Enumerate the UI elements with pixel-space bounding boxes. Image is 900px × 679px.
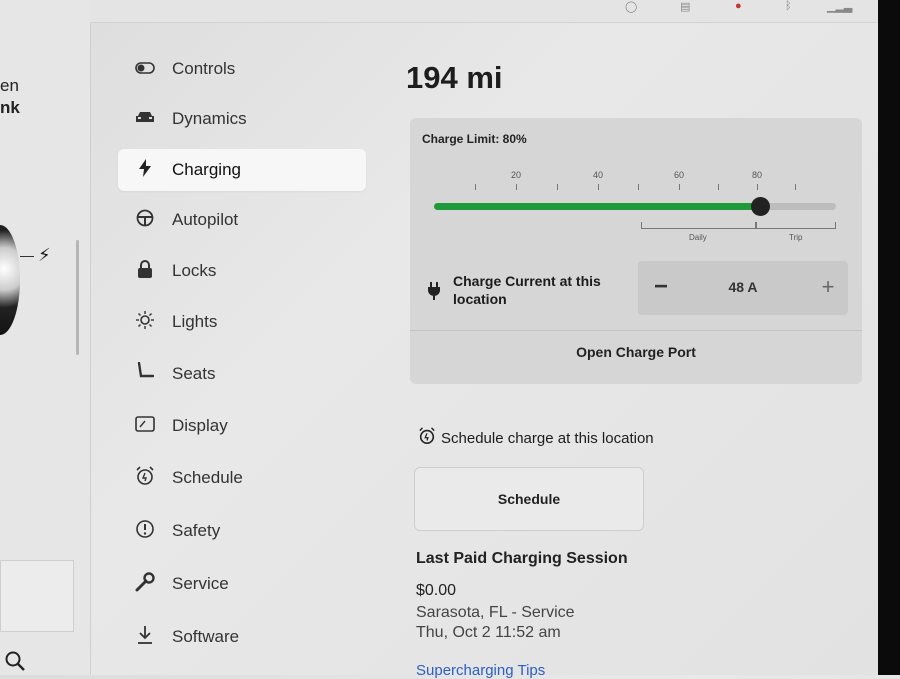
nav-item-label: Controls: [172, 59, 236, 78]
nav-item-charging[interactable]: Charging: [118, 149, 366, 191]
nav-item-label: Schedule: [172, 468, 243, 487]
lock-icon: [134, 260, 156, 282]
charge-limit-title: Charge Limit: 80%: [422, 132, 527, 146]
nav-item-label: Dynamics: [172, 109, 247, 128]
plug-icon: [427, 282, 441, 304]
nav-item-label: Autopilot: [172, 210, 239, 229]
wrench-icon: [134, 572, 156, 596]
charge-limit-fill: [434, 203, 760, 210]
tick-label: 80: [751, 170, 763, 180]
light-icon: [134, 310, 156, 334]
nav-item-software[interactable]: Software: [118, 616, 366, 658]
alert-icon: [134, 519, 156, 543]
nav-item-controls[interactable]: Controls: [118, 48, 366, 90]
left-panel-text-2: nk: [0, 98, 20, 117]
tick-label: 40: [592, 170, 604, 180]
alarm-clock-icon: [134, 466, 156, 490]
tick-label: 20: [510, 170, 522, 180]
range-readout: 194 mi: [406, 60, 503, 95]
tick: [475, 184, 476, 190]
divider: [410, 330, 862, 331]
notification-icon[interactable]: ●: [735, 0, 742, 12]
tick-label: 60: [673, 170, 685, 180]
schedule-charge-heading: Schedule charge at this location: [418, 427, 654, 449]
status-bar: ◯ ▤ ● ᛒ ▁▂▃: [90, 0, 890, 23]
last-session-time: Thu, Oct 2 11:52 am: [416, 624, 561, 641]
bolt-icon: ⚡: [38, 245, 51, 265]
trip-range-bracket: [756, 222, 836, 229]
display-icon: [134, 416, 156, 436]
charge-current-value: 48 A: [728, 279, 758, 295]
schedule-button[interactable]: Schedule: [414, 467, 644, 531]
nav-item-label: Safety: [172, 521, 221, 540]
daily-range-bracket: [641, 222, 756, 229]
search-icon[interactable]: [4, 650, 26, 678]
signal-icon: ▁▂▃: [827, 1, 853, 13]
daily-label: Daily: [689, 233, 707, 242]
nav-item-label: Display: [172, 416, 228, 435]
nav-item-lights[interactable]: Lights: [118, 301, 366, 343]
decrease-current-button[interactable]: −: [646, 261, 676, 315]
supercharging-tips-link[interactable]: Supercharging Tips: [416, 662, 545, 679]
nav-item-label: Lights: [172, 312, 218, 331]
nav-item-label: Software: [172, 627, 240, 646]
car-icon: [134, 110, 156, 128]
screen-bezel: [878, 0, 900, 675]
tick: [795, 184, 796, 190]
last-session-location: Sarasota, FL - Service: [416, 604, 575, 621]
tick: [516, 184, 517, 190]
nav-item-label: Service: [172, 574, 229, 593]
left-panel-text-1: en: [0, 76, 19, 95]
last-session-title: Last Paid Charging Session: [416, 550, 628, 567]
charge-current-stepper: − 48 A +: [638, 261, 848, 315]
scrollbar[interactable]: [76, 240, 79, 355]
nav-item-seats[interactable]: Seats: [118, 353, 366, 395]
status-icon: ◯: [625, 1, 638, 13]
tick: [757, 184, 758, 190]
left-panel: en nk ⚡: [0, 0, 91, 675]
nav-item-dynamics[interactable]: Dynamics: [118, 98, 366, 140]
tick: [598, 184, 599, 190]
nav-item-schedule[interactable]: Schedule: [118, 457, 366, 499]
status-icon: ▤: [680, 1, 691, 13]
last-session-amount: $0.00: [416, 582, 457, 599]
charge-line: [20, 256, 34, 257]
nav-item-display[interactable]: Display: [118, 405, 366, 447]
nav-item-label: Charging: [172, 160, 241, 179]
nav-item-label: Seats: [172, 364, 216, 383]
charge-limit-card: Charge Limit: 80% 20 40 60 80 Daily Trip…: [410, 118, 862, 384]
tick: [718, 184, 719, 190]
tick: [557, 184, 558, 190]
left-panel-box: [0, 560, 74, 632]
schedule-charge-label: Schedule charge at this location: [441, 429, 654, 447]
nav-item-service[interactable]: Service: [118, 563, 366, 605]
bluetooth-icon[interactable]: ᛒ: [785, 0, 792, 12]
increase-current-button[interactable]: +: [814, 261, 842, 315]
tick: [679, 184, 680, 190]
seat-icon: [134, 361, 156, 386]
charge-current-label: Charge Current at this location: [453, 273, 601, 307]
toggle-icon: [134, 61, 156, 78]
download-icon: [134, 625, 156, 649]
nav-item-locks[interactable]: Locks: [118, 250, 366, 292]
alarm-clock-icon: [418, 427, 436, 449]
trip-label: Trip: [789, 233, 803, 242]
tick: [638, 184, 639, 190]
car-image: [0, 225, 20, 335]
nav-item-label: Locks: [172, 261, 217, 280]
nav-item-safety[interactable]: Safety: [118, 510, 366, 552]
charge-limit-handle[interactable]: [750, 197, 770, 216]
nav-item-autopilot[interactable]: Autopilot: [118, 199, 366, 241]
open-charge-port-button[interactable]: Open Charge Port: [410, 344, 862, 360]
bolt-icon: [134, 159, 156, 181]
steering-wheel-icon: [134, 209, 156, 231]
